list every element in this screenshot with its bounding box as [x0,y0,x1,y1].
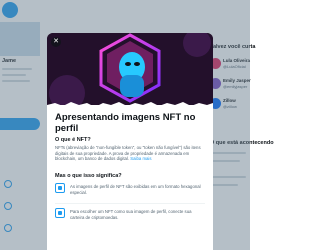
section-body: NFTs (abreviação de "non-fungible token"… [55,145,201,162]
nft-hero-image: ✕ [47,33,213,105]
feature-text: Para escolher um NFT como sua imagem de … [70,209,192,220]
hexagon-image-icon [55,183,65,193]
nft-announcement-dialog: ✕ Apresentando imagens NFT no perfil O q… [47,33,213,250]
section-heading: O que é NFT? [55,137,91,143]
section-heading: Mas o que isso significa? [55,173,122,179]
learn-more-link[interactable]: Saiba mais [130,156,151,161]
feature-text: As imagens de perfil de NFT são exibidas… [70,184,201,195]
close-icon[interactable]: ✕ [51,37,61,47]
torn-edge-decoration [47,102,213,109]
feature-item: Para escolher um NFT como sua imagem de … [55,208,207,226]
dialog-title: Apresentando imagens NFT no perfil [55,112,196,134]
section-text: NFTs (abreviação de "non-fungible token"… [55,145,205,162]
wallet-icon [55,208,65,218]
feature-item: As imagens de perfil de NFT são exibidas… [55,183,207,201]
divider [55,203,205,204]
